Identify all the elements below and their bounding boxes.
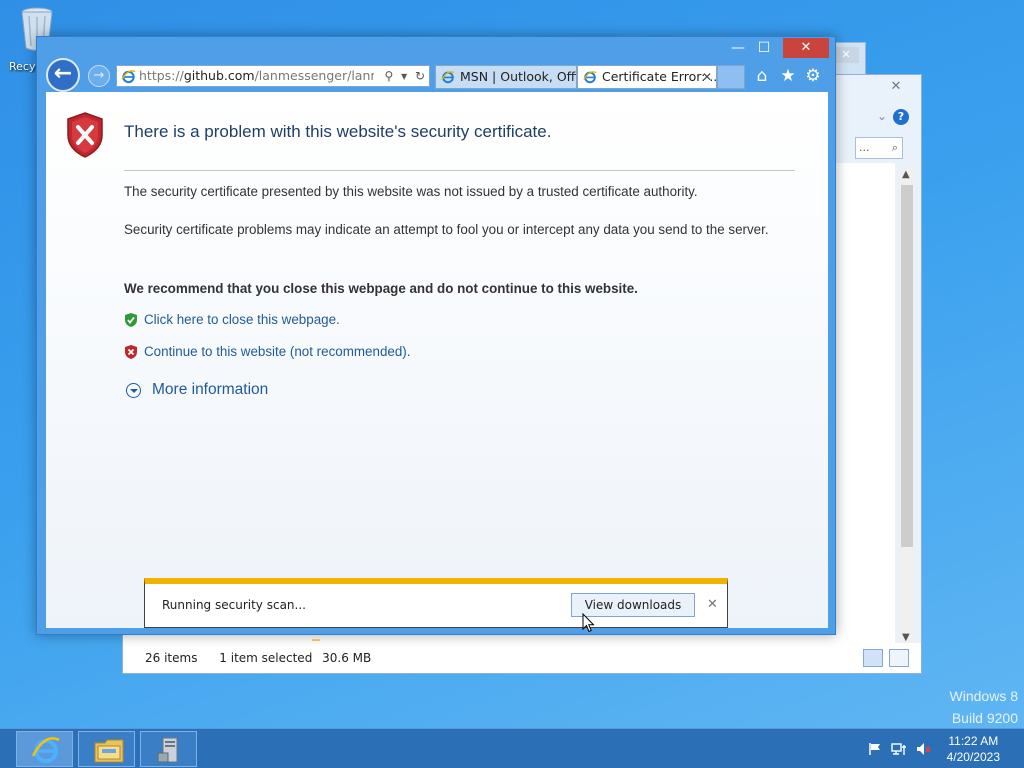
address-tools: ⚲ ▾ ↻ — [374, 66, 425, 86]
recommendation-text: We recommend that you close this webpage… — [124, 281, 638, 296]
url-domain: github.com — [183, 68, 255, 83]
search-icon: ⌕ — [891, 141, 898, 154]
mouse-cursor-icon — [582, 613, 595, 633]
taskbar-file-explorer[interactable] — [78, 731, 135, 767]
taskbar-internet-explorer[interactable] — [16, 731, 73, 767]
internet-explorer-window[interactable]: — ☐ ✕ ← → https://github.com/lanmessenge… — [36, 36, 836, 635]
page-title: There is a problem with this website's s… — [124, 122, 552, 141]
status-item-count: 26 items — [145, 651, 198, 665]
explorer-close-button[interactable]: ✕ — [881, 78, 911, 96]
scroll-down-arrow-icon[interactable]: ▼ — [902, 632, 910, 643]
status-selected: 1 item selected — [219, 651, 313, 665]
folder-icon — [94, 739, 124, 763]
expand-chevron-icon — [126, 383, 141, 398]
new-tab-button[interactable] — [717, 65, 745, 89]
server-manager-icon — [157, 737, 178, 763]
more-information-toggle[interactable]: More information — [126, 381, 268, 399]
tab-certificate-error[interactable]: Certificate Error: ... ✕ — [577, 65, 717, 89]
back-button[interactable]: ← — [46, 58, 80, 92]
windows-build-watermark: Windows 8 Build 9200 — [950, 685, 1018, 729]
scroll-up-arrow-icon[interactable]: ▲ — [902, 169, 910, 180]
taskbar: 11:22 AM 4/20/2023 — [0, 728, 1024, 768]
gear-icon[interactable]: ⚙ — [802, 65, 824, 87]
ribbon-expand-icon[interactable]: ⌄ — [877, 109, 887, 123]
help-icon[interactable]: ? — [893, 109, 909, 125]
page-content: There is a problem with this website's s… — [46, 92, 828, 628]
scroll-thumb[interactable] — [901, 185, 913, 547]
ie-page-icon — [121, 70, 136, 84]
tab-close-icon[interactable]: ✕ — [702, 66, 712, 88]
taskbar-clock[interactable]: 11:22 AM 4/20/2023 — [947, 733, 1000, 765]
continue-link-text: Continue to this website (not recommende… — [144, 344, 411, 359]
network-icon[interactable] — [891, 741, 907, 760]
taskbar-server-manager[interactable] — [140, 731, 197, 767]
close-window-button[interactable]: ✕ — [783, 38, 829, 58]
download-status-text: Running security scan... — [162, 598, 306, 612]
clock-date: 4/20/2023 — [946, 750, 1000, 764]
watermark-build: Build 9200 — [951, 710, 1018, 726]
tab-label: MSN | Outlook, Offi... — [460, 69, 576, 84]
progress-mark — [312, 639, 320, 641]
clock-time: 11:22 AM — [948, 734, 999, 748]
continue-to-website-link[interactable]: Continue to this website (not recommende… — [124, 344, 410, 359]
tab-msn[interactable]: MSN | Outlook, Offi... — [435, 65, 577, 89]
volume-muted-icon[interactable] — [916, 741, 932, 760]
tab-label: Certificate Error: ... — [602, 69, 717, 84]
status-size: 30.6 MB — [322, 651, 372, 665]
close-webpage-link-text: Click here to close this webpage. — [144, 312, 340, 327]
ie-tab-icon — [583, 71, 597, 84]
refresh-icon[interactable]: ↻ — [415, 69, 425, 83]
minimize-button[interactable]: — — [725, 38, 751, 58]
error-shield-icon — [67, 112, 103, 158]
home-icon[interactable]: ⌂ — [751, 65, 773, 87]
explorer-status-bar: 26 items 1 item selected 30.6 MB — [123, 643, 921, 673]
back-arrow-icon: ← — [53, 61, 73, 86]
notification-close-icon[interactable]: ✕ — [707, 597, 718, 612]
url-prefix: https:// — [139, 68, 184, 83]
certificate-message: The security certificate presented by th… — [124, 184, 698, 199]
watermark-os: Windows 8 — [949, 688, 1018, 704]
red-shield-icon — [125, 345, 137, 359]
details-view-icon[interactable] — [863, 649, 884, 667]
action-center-flag-icon[interactable] — [868, 741, 882, 760]
favorites-star-icon[interactable]: ★ — [777, 65, 799, 87]
system-tray — [864, 741, 932, 760]
background-window-close-button[interactable]: ✕ — [833, 47, 859, 63]
download-notification-bar: Running security scan... View downloads … — [144, 578, 728, 628]
explorer-search-input[interactable]: ... ⌕ — [855, 137, 903, 159]
forward-button[interactable]: → — [88, 65, 110, 87]
close-webpage-link[interactable]: Click here to close this webpage. — [124, 312, 340, 327]
address-bar[interactable]: https://github.com/lanmessenger/lanmesse… — [116, 65, 430, 87]
view-buttons — [861, 648, 909, 678]
ie-tab-icon — [441, 71, 455, 84]
warning-message: Security certificate problems may indica… — [124, 222, 769, 237]
more-information-text: More information — [152, 381, 269, 398]
title-divider — [124, 170, 795, 171]
green-shield-icon — [125, 313, 137, 327]
large-icons-view-icon[interactable] — [889, 649, 909, 667]
search-placeholder: ... — [859, 141, 870, 154]
forward-arrow-icon: → — [93, 68, 105, 83]
internet-explorer-icon — [31, 737, 60, 763]
maximize-button[interactable]: ☐ — [751, 38, 777, 58]
address-url: https://github.com/lanmessenger/lanmesse — [139, 68, 411, 83]
explorer-scrollbar[interactable]: ▲ ▼ — [899, 167, 915, 645]
search-icon[interactable]: ⚲ — [384, 69, 393, 83]
dropdown-icon[interactable]: ▾ — [401, 69, 407, 83]
